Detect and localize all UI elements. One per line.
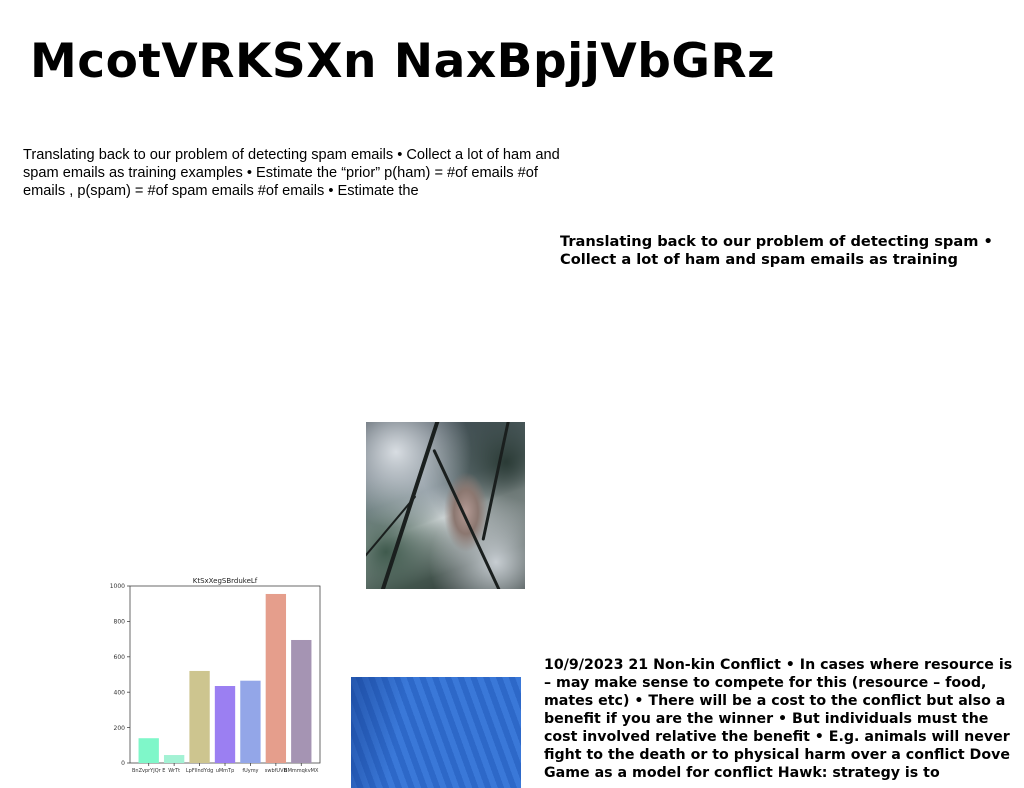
bar bbox=[163, 755, 185, 763]
x-tick-label: BnZvprYJQr E bbox=[132, 768, 165, 774]
text-block-non-kin-conflict: 10/9/2023 21 Non-kin Conflict • In cases… bbox=[544, 657, 1013, 781]
text-block-spam-bold: Translating back to our problem of detec… bbox=[560, 233, 993, 268]
x-tick-label: uMmTp bbox=[216, 768, 235, 774]
bar bbox=[189, 670, 210, 763]
y-tick-label: 800 bbox=[114, 619, 126, 626]
text-block-spam-intro: Translating back to our problem of detec… bbox=[23, 147, 560, 199]
x-tick-label: fUymy bbox=[242, 768, 258, 774]
blue-texture-photo bbox=[351, 677, 521, 788]
bar-chart-svg: KtSxXegSBrdukeLf 0 200 400 600 800 1000 BnZvp… bbox=[110, 577, 321, 774]
x-axis: BnZvprYJQr E WrTt LpFllndYdg uMmTp fUymy swbf… bbox=[132, 763, 319, 774]
x-tick-label: WrTt bbox=[168, 768, 180, 774]
chart-title: KtSxXegSBrdukeLf bbox=[193, 577, 258, 585]
y-tick-label: 600 bbox=[114, 654, 126, 661]
y-tick-label: 0 bbox=[121, 760, 125, 767]
bars-group bbox=[138, 593, 312, 763]
bar bbox=[240, 680, 261, 763]
y-tick-label: 200 bbox=[114, 725, 126, 732]
y-tick-label: 1000 bbox=[110, 583, 125, 590]
page-title: McotVRKSXn NaxBpjjVbGRz bbox=[30, 34, 775, 89]
forest-figure-photo bbox=[366, 422, 525, 589]
bar bbox=[138, 738, 159, 763]
x-tick-label: BMmmqkvMX bbox=[284, 768, 319, 774]
bar bbox=[265, 593, 287, 763]
bar bbox=[291, 639, 312, 763]
x-tick-label: LpFllndYdg bbox=[186, 768, 213, 774]
bar bbox=[214, 686, 236, 763]
bar-chart: KtSxXegSBrdukeLf 0 200 400 600 800 1000 BnZvp… bbox=[100, 572, 330, 778]
y-axis: 0 200 400 600 800 1000 bbox=[110, 583, 130, 767]
y-tick-label: 400 bbox=[114, 689, 126, 696]
